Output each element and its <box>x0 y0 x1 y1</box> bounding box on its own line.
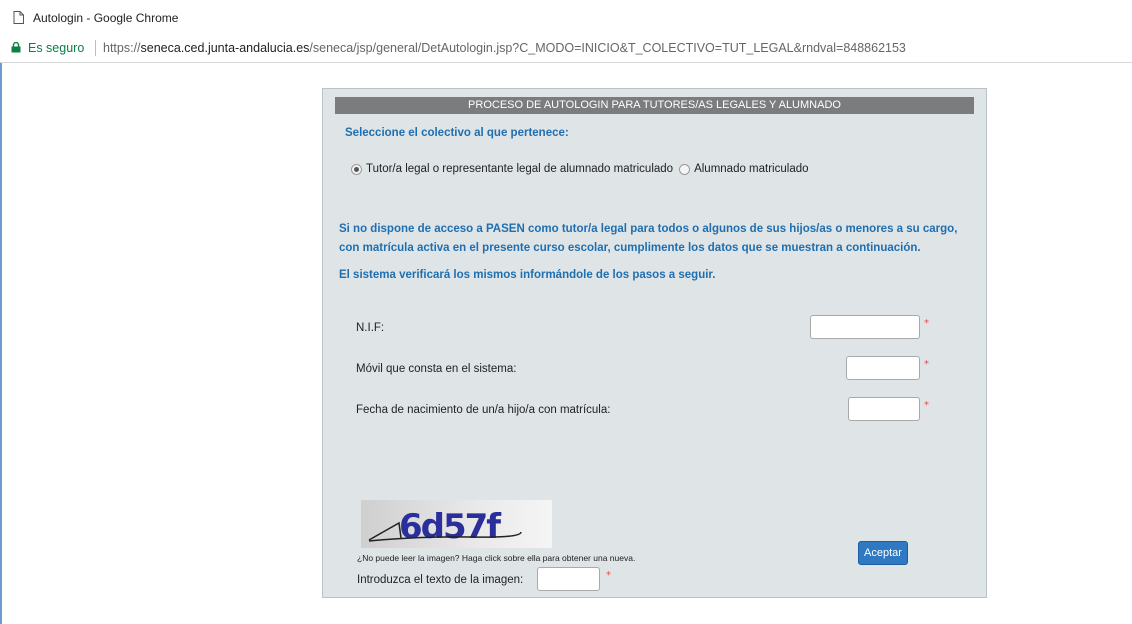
address-bar[interactable]: Es seguro https://seneca.ced.junta-andal… <box>0 34 1132 63</box>
captcha-input[interactable] <box>537 567 600 591</box>
secure-label[interactable]: Es seguro <box>28 41 84 55</box>
birthdate-label: Fecha de nacimiento de un/a hijo/a con m… <box>356 404 611 416</box>
captcha-required-mark: * <box>606 570 611 581</box>
autologin-form-panel: PROCESO DE AUTOLOGIN PARA TUTORES/AS LEG… <box>322 88 987 598</box>
captcha-text: 6d57f <box>399 507 502 547</box>
page-viewport: PROCESO DE AUTOLOGIN PARA TUTORES/AS LEG… <box>0 63 1132 624</box>
captcha-hint: ¿No puede leer la imagen? Haga click sob… <box>357 553 636 563</box>
captcha-image[interactable]: 6d57f <box>361 500 552 548</box>
nif-label: N.I.F: <box>356 322 385 334</box>
captcha-input-label: Introduzca el texto de la imagen: <box>357 574 524 586</box>
info-text-2: El sistema verificará los mismos informá… <box>339 269 716 281</box>
nif-required-mark: * <box>924 318 929 329</box>
collective-prompt: Seleccione el colectivo al que pertenece… <box>345 127 569 139</box>
url-path: /seneca/jsp/general/DetAutologin.jsp?C_M… <box>309 41 906 55</box>
birthdate-input[interactable] <box>848 397 920 421</box>
mobile-required-mark: * <box>924 359 929 370</box>
birthdate-required-mark: * <box>924 400 929 411</box>
nif-input[interactable] <box>810 315 920 339</box>
collective-options: Tutor/a legal o representante legal de a… <box>351 163 809 175</box>
info-text-1: Si no dispone de acceso a PASEN como tut… <box>339 223 958 254</box>
lock-icon <box>11 42 21 53</box>
url-scheme: https:// <box>103 41 141 55</box>
radio-alumnado-label[interactable]: Alumnado matriculado <box>694 163 808 175</box>
radio-alumnado[interactable] <box>679 163 691 175</box>
mobile-input[interactable] <box>846 356 920 380</box>
url-host: seneca.ced.junta-andalucia.es <box>140 41 310 55</box>
radio-tutor-label[interactable]: Tutor/a legal o representante legal de a… <box>366 163 673 175</box>
radio-tutor[interactable] <box>351 163 362 175</box>
document-icon <box>13 11 24 24</box>
form-header: PROCESO DE AUTOLOGIN PARA TUTORES/AS LEG… <box>335 97 974 114</box>
mobile-label: Móvil que consta en el sistema: <box>356 363 517 375</box>
window-title: Autologin - Google Chrome <box>33 11 179 25</box>
url-text[interactable]: https://seneca.ced.junta-andalucia.es/se… <box>103 41 906 55</box>
address-separator <box>95 40 96 56</box>
captcha-graphic: 6d57f <box>368 507 522 547</box>
window-titlebar: Autologin - Google Chrome <box>0 0 1132 34</box>
aceptar-button[interactable]: Aceptar <box>858 541 908 565</box>
